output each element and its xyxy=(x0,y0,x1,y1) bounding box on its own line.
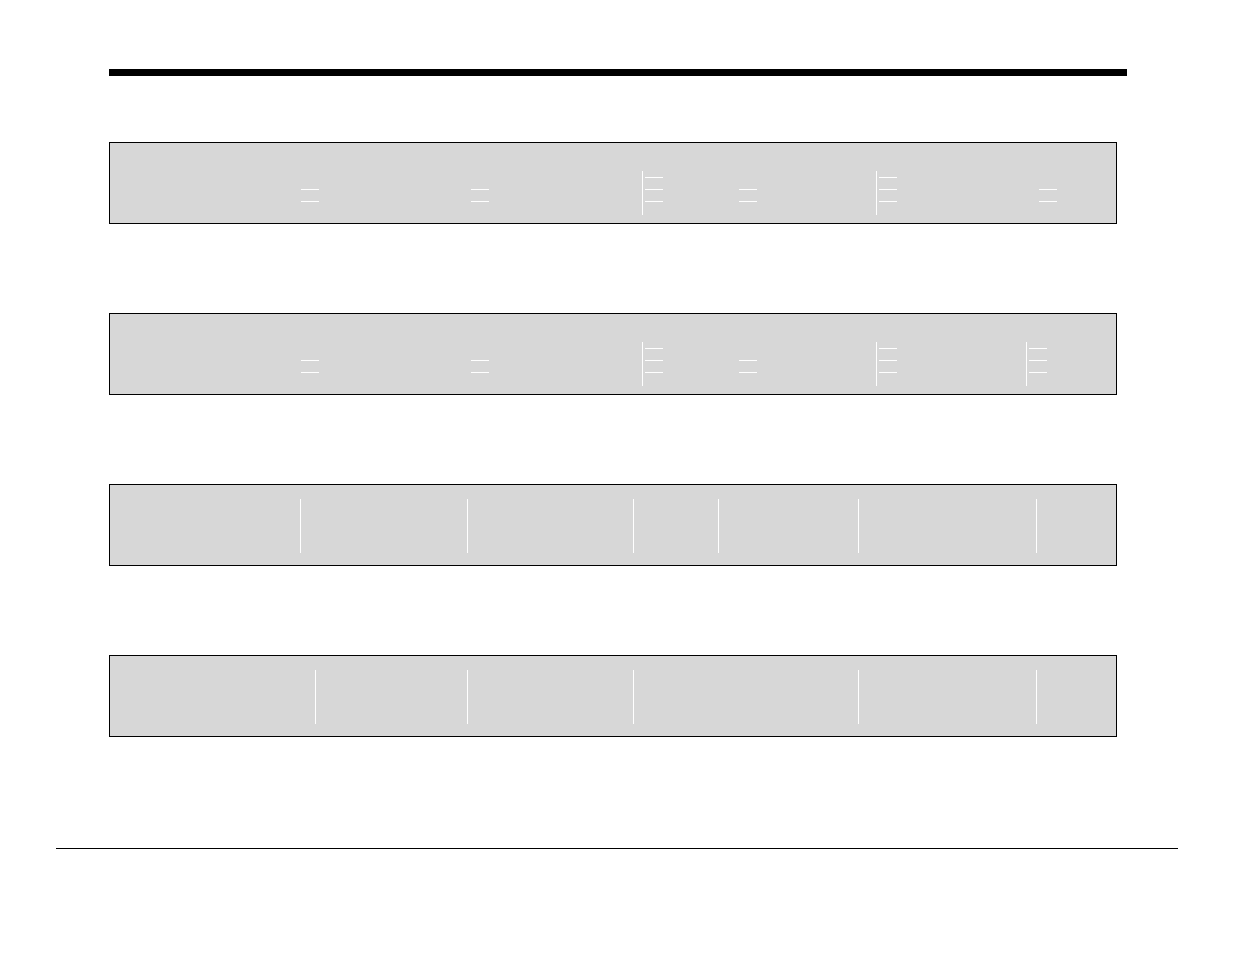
tick-vertical xyxy=(315,670,316,724)
tick-horizontal xyxy=(301,372,319,373)
tick-vertical xyxy=(467,499,468,553)
tick-vertical xyxy=(633,670,634,724)
block-2 xyxy=(109,313,1117,395)
tick-horizontal xyxy=(301,201,319,202)
tick-horizontal xyxy=(301,189,319,190)
tick-vertical xyxy=(633,499,634,553)
tick-horizontal xyxy=(645,360,663,361)
tick-horizontal xyxy=(1029,372,1047,373)
block-3 xyxy=(109,484,1117,566)
tick-vertical xyxy=(642,342,643,386)
tick-vertical xyxy=(300,499,301,553)
tick-vertical xyxy=(1026,342,1027,386)
tick-horizontal xyxy=(879,177,897,178)
tick-horizontal xyxy=(471,189,489,190)
tick-horizontal xyxy=(879,189,897,190)
tick-horizontal xyxy=(301,360,319,361)
tick-horizontal xyxy=(1039,201,1057,202)
block-1 xyxy=(109,142,1117,224)
bottom-rule xyxy=(56,848,1178,849)
tick-horizontal xyxy=(645,348,663,349)
tick-horizontal xyxy=(471,372,489,373)
tick-horizontal xyxy=(645,177,663,178)
tick-horizontal xyxy=(645,372,663,373)
tick-horizontal xyxy=(645,201,663,202)
tick-horizontal xyxy=(879,360,897,361)
tick-horizontal xyxy=(645,189,663,190)
tick-horizontal xyxy=(879,372,897,373)
tick-vertical xyxy=(718,499,719,553)
tick-vertical xyxy=(1036,499,1037,553)
block-4 xyxy=(109,655,1117,737)
tick-horizontal xyxy=(1029,348,1047,349)
tick-horizontal xyxy=(1039,189,1057,190)
tick-vertical xyxy=(1036,670,1037,724)
top-rule xyxy=(109,69,1127,76)
tick-horizontal xyxy=(739,201,757,202)
tick-horizontal xyxy=(739,360,757,361)
tick-vertical xyxy=(876,342,877,386)
tick-horizontal xyxy=(739,372,757,373)
tick-vertical xyxy=(642,171,643,215)
tick-vertical xyxy=(876,171,877,215)
tick-horizontal xyxy=(1029,360,1047,361)
tick-horizontal xyxy=(471,360,489,361)
tick-horizontal xyxy=(879,348,897,349)
tick-vertical xyxy=(858,499,859,553)
tick-horizontal xyxy=(879,201,897,202)
tick-vertical xyxy=(467,670,468,724)
tick-vertical xyxy=(858,670,859,724)
document-page xyxy=(0,0,1235,954)
tick-horizontal xyxy=(739,189,757,190)
tick-horizontal xyxy=(471,201,489,202)
